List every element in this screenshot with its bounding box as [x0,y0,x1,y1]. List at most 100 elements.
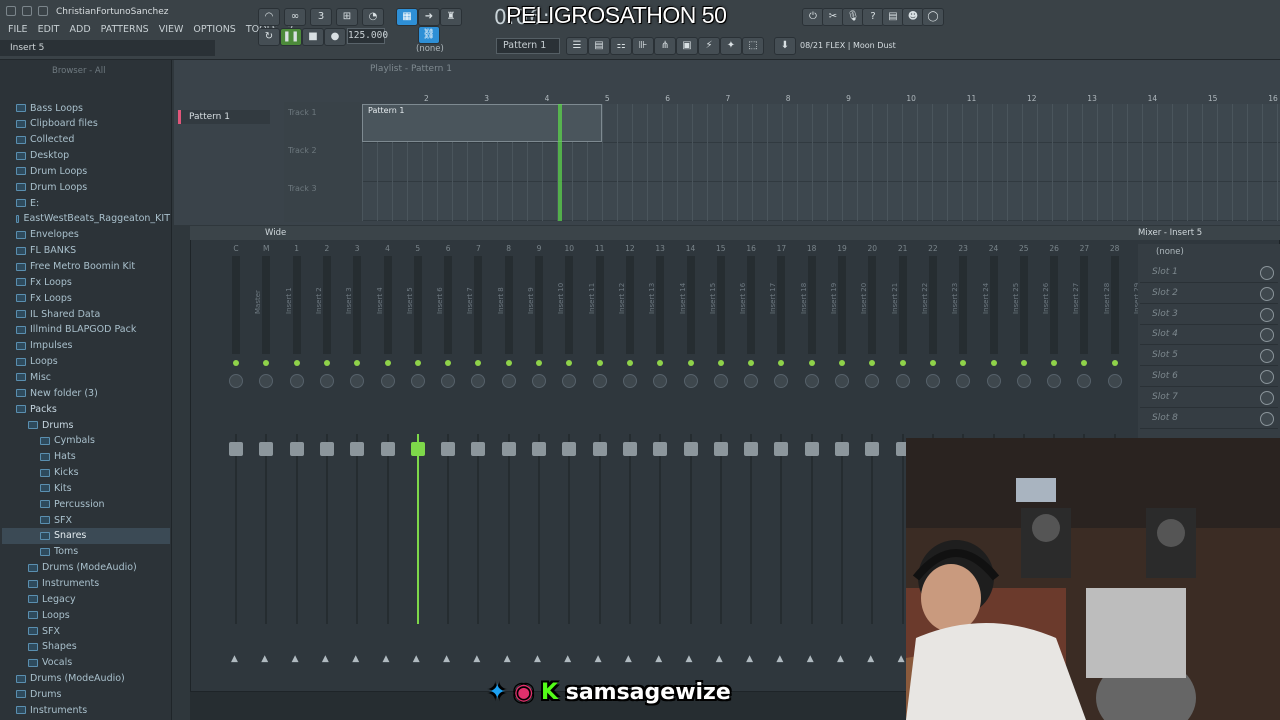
volume-fader[interactable] [532,442,546,456]
mute-led-icon[interactable] [626,360,633,366]
link-icon[interactable]: ⛓ [418,26,440,44]
volume-fader[interactable] [683,442,698,456]
route-arrow-icon[interactable]: ▲ [231,654,238,664]
volume-fader[interactable] [229,442,243,456]
menu-edit[interactable]: EDIT [38,24,60,35]
mixer-strip[interactable]: C ▲ [222,244,250,684]
browser-item[interactable]: Kits [2,480,170,496]
track-2-label[interactable]: Track 2 [288,146,317,155]
menu-patterns[interactable]: PATTERNS [101,24,149,35]
pat-song-toggle[interactable]: ◠ [258,8,280,26]
browser-item[interactable]: E: [2,195,170,211]
volume-fader[interactable] [501,442,516,456]
browser-item[interactable]: Toms [2,544,170,560]
slot-mix-knob[interactable] [1260,286,1274,301]
pan-knob[interactable] [895,374,910,388]
mixer-strip[interactable]: 13 Insert 13 ▲ [646,244,674,684]
route-arrow-icon[interactable]: ▲ [716,654,723,664]
browser-item[interactable]: Loops [2,354,170,370]
mixer-strip[interactable]: 10 Insert 10 ▲ [555,244,583,684]
browser-item[interactable]: Free Metro Boomin Kit [2,259,170,275]
insert-slot[interactable]: Slot 3 [1140,306,1278,325]
pan-knob[interactable] [441,374,456,388]
timeline-ruler[interactable] [362,92,1280,104]
pan-knob[interactable] [1077,374,1092,388]
power-icon[interactable]: ⏻ [802,8,824,26]
mute-led-icon[interactable] [445,360,452,366]
piano-icon[interactable]: ♜ [440,8,462,26]
insert-slot[interactable]: Slot 8 [1140,410,1278,429]
tempo-tap-icon[interactable]: ✦ [720,37,742,55]
route-arrow-icon[interactable]: ▲ [807,654,814,664]
insert-slot[interactable]: Slot 5 [1140,347,1278,367]
mixer-strip[interactable]: 2 Insert 2 ▲ [313,244,341,684]
mixer-icon[interactable]: ⊪ [632,37,654,55]
route-arrow-icon[interactable]: ▲ [595,654,602,664]
help-icon[interactable]: ? [862,8,884,26]
pan-knob[interactable] [956,374,971,388]
route-arrow-icon[interactable]: ▲ [898,654,905,664]
volume-fader[interactable] [319,442,334,456]
typing-keyboard-icon[interactable]: ▦ [396,8,418,26]
channel-rack-icon[interactable]: ⚏ [610,37,632,55]
browser-item[interactable]: Snares [2,527,170,544]
route-arrow-icon[interactable]: ▲ [655,654,662,664]
mute-led-icon[interactable] [263,360,270,366]
menu-add[interactable]: ADD [70,24,91,35]
pause-button[interactable]: ❚❚ [280,28,302,46]
route-arrow-icon[interactable]: ▲ [261,654,268,664]
browser-item[interactable]: New folder (3) [2,385,170,401]
route-arrow-icon[interactable]: ▲ [686,654,693,664]
pan-knob[interactable] [1016,374,1031,388]
insert-slot[interactable]: Slot 6 [1140,368,1278,387]
slots-header[interactable]: (none) [1156,247,1184,257]
metronome-icon[interactable]: ◔ [362,8,384,26]
pan-knob[interactable] [835,374,849,388]
plugin-icon[interactable]: ▣ [676,37,698,55]
chat-icon[interactable]: ◯ [922,8,944,26]
piano-roll-icon[interactable]: ▤ [588,37,610,55]
mute-led-icon[interactable] [354,360,361,366]
browser-item[interactable]: EastWestBeats_Raggeaton_KIT [2,211,170,227]
mute-led-icon[interactable] [778,360,785,366]
volume-fader[interactable] [410,442,425,456]
mixer-strip[interactable]: M Master ▲ [252,244,280,684]
pan-knob[interactable] [1107,374,1122,388]
mute-led-icon[interactable] [1051,360,1058,366]
volume-fader[interactable] [865,442,880,456]
mute-led-icon[interactable] [505,360,512,366]
volume-fader[interactable] [259,442,274,456]
pan-knob[interactable] [744,374,759,388]
slot-mix-knob[interactable] [1260,349,1274,364]
maximize-icon[interactable] [22,6,32,16]
browser-item[interactable]: Cymbals [2,433,170,449]
volume-fader[interactable] [592,442,607,456]
mixer-strip[interactable]: 20 Insert 20 ▲ [858,244,886,684]
minimize-icon[interactable] [6,6,16,16]
mute-led-icon[interactable] [536,360,542,366]
mixer-strip[interactable]: 4 Insert 4 ▲ [374,244,402,684]
time-sig-icon[interactable]: 3 [310,8,332,26]
mixer-strip[interactable]: 15 Insert 15 ▲ [707,244,735,684]
news-ticker[interactable]: 08/21 FLEX | Moon Dust [800,41,896,50]
mixer-strip[interactable]: 11 Insert 11 ▲ [586,244,614,684]
download-icon[interactable]: ⬇ [774,37,796,55]
route-arrow-icon[interactable]: ▲ [564,654,571,664]
mute-led-icon[interactable] [1020,360,1027,366]
browser-item[interactable]: IL Shared Data [2,306,170,322]
route-arrow-icon[interactable]: ▲ [322,654,329,664]
playhead[interactable] [558,104,562,221]
mute-led-icon[interactable] [414,360,421,366]
browser-item[interactable]: Drums (ModeAudio) [2,560,170,576]
stop-button[interactable]: ■ [302,28,324,46]
browser-item[interactable]: Instruments [2,702,170,718]
mute-led-icon[interactable] [293,360,300,366]
route-arrow-icon[interactable]: ▲ [867,654,874,664]
browser-item[interactable]: Drums (ModeAudio) [2,671,170,687]
record-mode-icon[interactable]: ↻ [258,28,280,46]
track-1-label[interactable]: Track 1 [288,108,317,117]
cut-icon[interactable]: ✂ [822,8,844,26]
pan-knob[interactable] [410,374,425,388]
browser-item[interactable]: Desktop [2,148,170,164]
record-button[interactable]: ● [324,28,346,46]
